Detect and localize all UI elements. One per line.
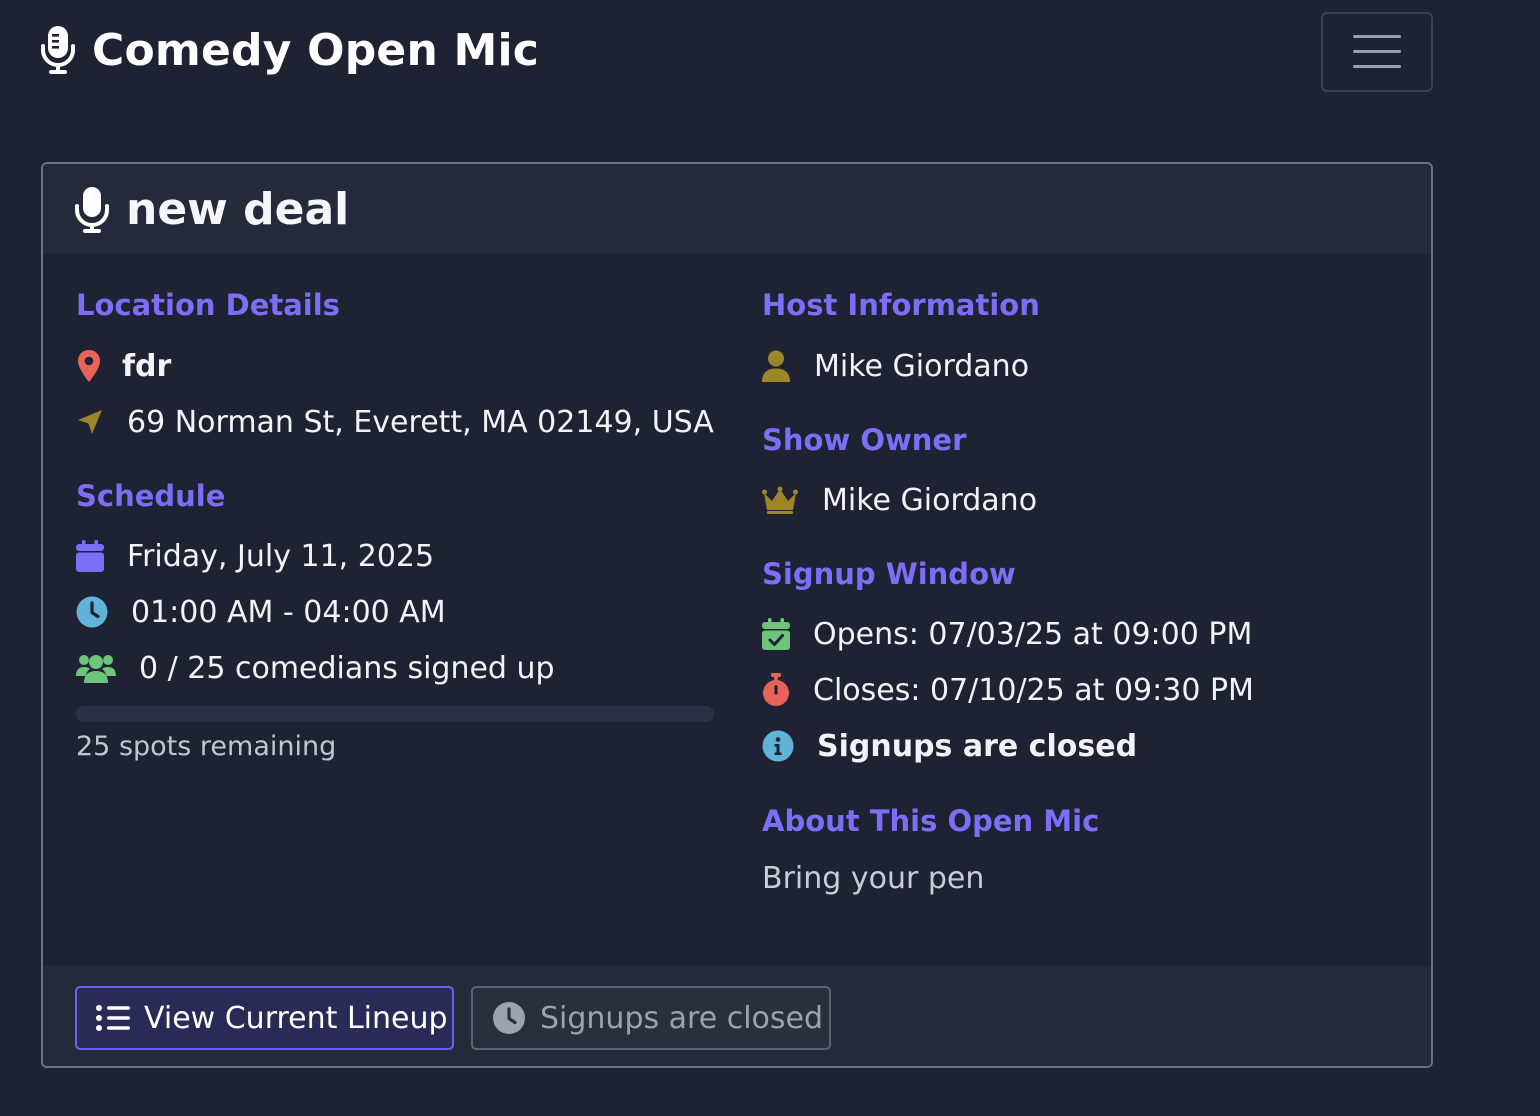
signup-count: 0 / 25 comedians signed up	[139, 650, 555, 686]
show-owner-heading: Show Owner	[762, 423, 967, 457]
owner-name: Mike Giordano	[822, 482, 1038, 518]
users-icon	[76, 652, 116, 684]
user-icon	[762, 350, 790, 382]
signup-status: Signups are closed	[817, 728, 1138, 764]
microphone-lines-icon	[40, 24, 76, 76]
spots-remaining: 25 spots remaining	[76, 731, 337, 762]
brand-link[interactable]: Comedy Open Mic	[40, 24, 539, 76]
signup-closes-row: Closes: 07/10/25 at 09:30 PM	[762, 668, 1254, 712]
calendar-icon	[76, 540, 104, 572]
date-row: Friday, July 11, 2025	[76, 534, 434, 578]
open-mic-card: new deal Location Details fdr 69 Norman …	[41, 162, 1433, 1068]
crown-icon	[762, 486, 798, 514]
signup-opens: Opens: 07/03/25 at 09:00 PM	[813, 616, 1253, 652]
info-circle-icon	[762, 730, 794, 762]
host-information-heading: Host Information	[762, 288, 1040, 322]
view-lineup-button[interactable]: View Current Lineup	[75, 986, 454, 1050]
signup-status-row: Signups are closed	[762, 724, 1137, 768]
microphone-icon	[75, 186, 109, 234]
brand-title: Comedy Open Mic	[92, 24, 540, 76]
host-name: Mike Giordano	[814, 348, 1030, 384]
map-pin-icon	[76, 349, 102, 383]
signup-window-heading: Signup Window	[762, 557, 1016, 591]
show-date: Friday, July 11, 2025	[127, 538, 435, 574]
signup-opens-row: Opens: 07/03/25 at 09:00 PM	[762, 612, 1252, 656]
hamburger-menu-icon	[1323, 32, 1431, 72]
show-title-text: new deal	[126, 184, 350, 235]
view-lineup-label: View Current Lineup	[144, 1000, 448, 1036]
calendar-check-icon	[762, 618, 790, 650]
location-arrow-icon	[76, 408, 104, 436]
about-heading: About This Open Mic	[762, 804, 1100, 838]
signups-closed-button: Signups are closed	[471, 986, 831, 1050]
signup-count-row: 0 / 25 comedians signed up	[76, 646, 555, 690]
clock-icon	[492, 1001, 526, 1035]
signup-closes: Closes: 07/10/25 at 09:30 PM	[813, 672, 1254, 708]
stopwatch-icon	[762, 673, 790, 707]
address-row: 69 Norman St, Everett, MA 02149, USA	[76, 400, 714, 444]
clock-icon	[76, 596, 108, 628]
show-title: new deal	[75, 184, 349, 235]
venue-address: 69 Norman St, Everett, MA 02149, USA	[127, 404, 714, 440]
signups-closed-label: Signups are closed	[540, 1000, 824, 1036]
venue-name: fdr	[122, 348, 172, 384]
host-row: Mike Giordano	[762, 344, 1029, 388]
location-details-heading: Location Details	[76, 288, 340, 322]
navbar: Comedy Open Mic	[0, 0, 1540, 110]
venue-row: fdr	[76, 344, 171, 388]
schedule-heading: Schedule	[76, 479, 226, 513]
about-text: Bring your pen	[762, 861, 985, 896]
navbar-toggle-button[interactable]	[1321, 12, 1433, 92]
signup-progress-bar	[76, 706, 714, 722]
time-row: 01:00 AM - 04:00 AM	[76, 590, 446, 634]
show-time: 01:00 AM - 04:00 AM	[131, 594, 446, 630]
card-header: new deal	[43, 164, 1431, 254]
owner-row: Mike Giordano	[762, 478, 1037, 522]
list-icon	[96, 1004, 130, 1032]
